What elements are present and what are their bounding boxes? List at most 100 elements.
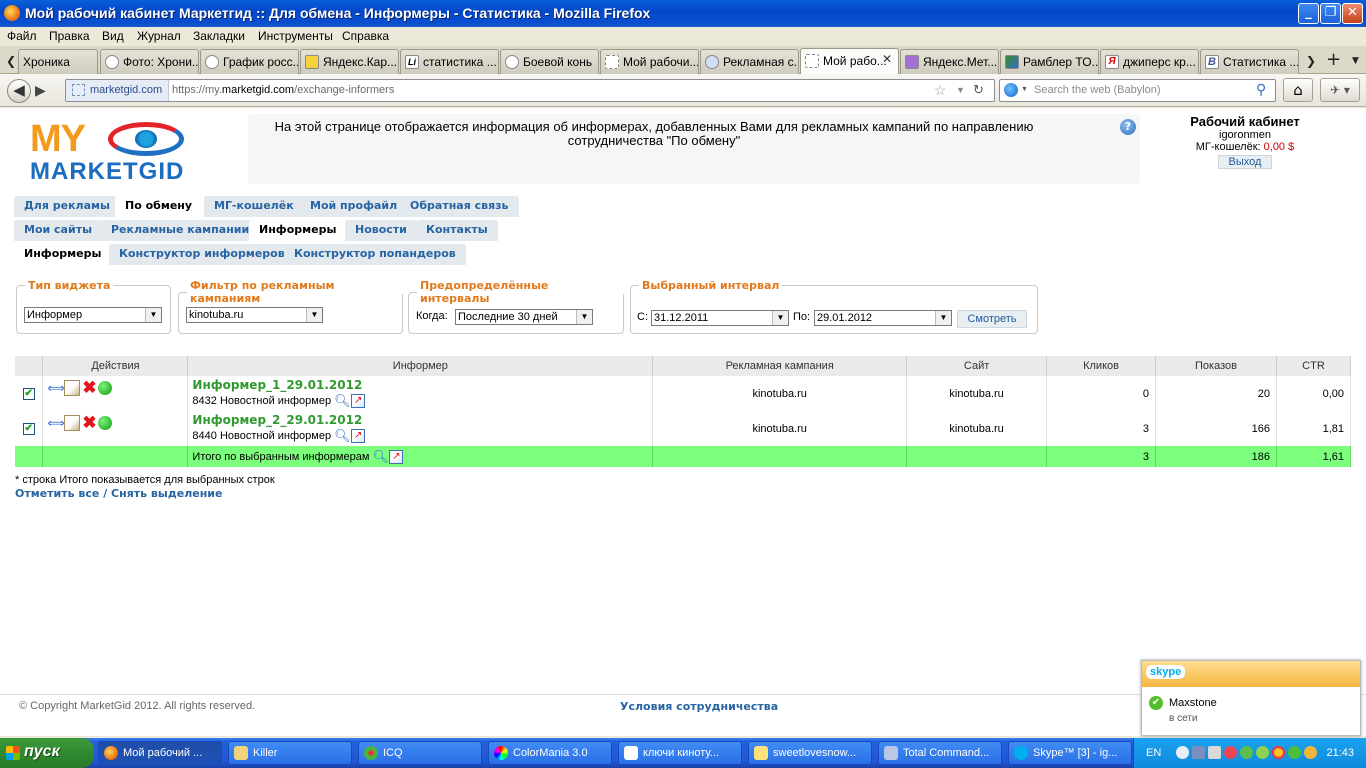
addon-menu-icon[interactable]: ✈ ▾ <box>1320 78 1360 102</box>
language-indicator[interactable]: EN <box>1146 747 1161 759</box>
nav-exchange[interactable]: По обмену <box>115 196 203 217</box>
menu-file[interactable]: Файл <box>7 29 37 43</box>
statistics-chart-icon[interactable]: ↗ <box>351 429 366 443</box>
menu-view[interactable]: Вид <box>102 29 124 43</box>
taskbar-item[interactable]: Total Command... <box>878 741 1002 765</box>
nav-informers-list[interactable]: Информеры <box>14 244 112 265</box>
tab-item[interactable]: Хроника <box>18 49 98 74</box>
skype-notification[interactable]: skype ✔ Maxstone в сети <box>1141 660 1361 736</box>
terms-link[interactable]: Условия сотрудничества <box>620 700 778 713</box>
tab-item[interactable]: Яндекс.Кар... <box>300 49 399 74</box>
show-button[interactable]: Смотреть <box>957 310 1027 328</box>
tab-close-icon[interactable]: ✕ <box>882 52 892 66</box>
preview-magnifier-icon[interactable]: 🔍︎ <box>334 393 351 409</box>
tray-app-icon[interactable] <box>1304 746 1317 759</box>
statistics-chart-icon[interactable]: ↗ <box>389 449 404 464</box>
tab-item[interactable]: Фото: Хрони... <box>100 49 199 74</box>
search-box[interactable]: ▼ Search the web (Babylon) ⚲ <box>999 79 1276 102</box>
tab-item[interactable]: Яджиперс кр... <box>1100 49 1199 74</box>
list-tabs-icon[interactable]: ▼ <box>1352 56 1359 66</box>
tray-app-icon[interactable] <box>1224 746 1237 759</box>
row-checkbox[interactable]: ✔ <box>22 423 35 435</box>
nav-my-sites[interactable]: Мои сайты <box>14 220 103 241</box>
edit-icon[interactable] <box>64 415 81 431</box>
forward-icon[interactable]: ▶ <box>35 83 46 99</box>
preview-magnifier-icon[interactable]: 🔍︎ <box>334 428 351 444</box>
icq-tray-icon[interactable] <box>1240 746 1253 759</box>
back-button[interactable]: ◀ <box>7 79 31 103</box>
nav-feedback[interactable]: Обратная связь <box>400 196 519 217</box>
nav-popunder-constructor[interactable]: Конструктор попандеров <box>284 244 466 265</box>
address-bar[interactable]: marketgid.com https://my.marketgid.com/e… <box>65 79 995 102</box>
taskbar-item[interactable]: ключи киноту... <box>618 741 742 765</box>
status-active-icon[interactable] <box>98 381 113 395</box>
tray-app-icon[interactable] <box>1272 746 1285 759</box>
tray-arrow-icon[interactable] <box>1176 746 1189 759</box>
nav-informer-constructor[interactable]: Конструктор информеров <box>109 244 295 265</box>
nav-mg-wallet[interactable]: МГ-кошелёк <box>204 196 304 217</box>
menu-history[interactable]: Журнал <box>137 29 181 43</box>
reload-icon[interactable]: ↻ <box>973 82 984 98</box>
widget-type-select[interactable]: Информер ▼ <box>24 307 162 323</box>
close-button[interactable]: ✕ <box>1342 3 1363 24</box>
delete-icon[interactable]: ✖ <box>81 414 97 431</box>
minimize-button[interactable]: _ <box>1298 3 1319 24</box>
code-arrows-icon[interactable]: ⟺ <box>47 380 64 396</box>
taskbar-item-firefox[interactable]: Мой рабочий ... <box>98 741 222 765</box>
volume-muted-icon[interactable] <box>1208 746 1221 759</box>
nav-ad-campaigns[interactable]: Рекламные кампании <box>101 220 260 241</box>
tab-item[interactable]: Яндекс.Мет... <box>900 49 999 74</box>
tab-item[interactable]: График росс... <box>200 49 299 74</box>
marketgid-logo[interactable]: MY MARKETGID <box>30 120 220 186</box>
select-all-link[interactable]: Отметить все / Снять выделение <box>15 487 222 500</box>
tray-app-icon[interactable] <box>1288 746 1301 759</box>
site-identity-button[interactable]: marketgid.com <box>66 80 170 101</box>
start-button[interactable]: пуск <box>0 738 94 768</box>
tab-item[interactable]: Рамблер ТО... <box>1000 49 1099 74</box>
search-icon[interactable]: ⚲ <box>1256 81 1266 98</box>
help-icon[interactable]: ? <box>1120 119 1136 135</box>
preview-magnifier-icon[interactable]: 🔍︎ <box>372 449 389 465</box>
maximize-button[interactable]: ❐ <box>1320 3 1341 24</box>
tab-item[interactable]: Мой рабочи... <box>600 49 699 74</box>
nav-for-advertising[interactable]: Для рекламы <box>14 196 120 217</box>
informer-name-link[interactable]: Информер_1_29.01.2012 <box>192 378 652 393</box>
nav-news[interactable]: Новости <box>345 220 417 241</box>
nav-informers[interactable]: Информеры <box>249 220 347 241</box>
preset-interval-select[interactable]: Последние 30 дней ▼ <box>455 309 593 325</box>
status-active-icon[interactable] <box>98 416 113 430</box>
informer-name-link[interactable]: Информер_2_29.01.2012 <box>192 413 652 428</box>
tabs-scroll-right-icon[interactable]: ❯ <box>1306 54 1316 68</box>
tabs-scroll-left-icon[interactable]: ❮ <box>6 54 16 68</box>
nav-my-profile[interactable]: Мой профайл <box>300 196 408 217</box>
new-tab-icon[interactable]: + <box>1326 49 1341 70</box>
tab-item[interactable]: Боевой конь <box>500 49 599 74</box>
statistics-chart-icon[interactable]: ↗ <box>351 394 366 408</box>
logout-button[interactable]: Выход <box>1217 155 1273 169</box>
tab-item[interactable]: Li статистика ... <box>400 49 499 74</box>
home-icon[interactable]: ⌂ <box>1283 78 1313 102</box>
code-arrows-icon[interactable]: ⟺ <box>47 415 64 431</box>
tab-item-active[interactable]: Мой рабо... ✕ <box>800 48 899 75</box>
tray-app-icon[interactable] <box>1256 746 1269 759</box>
tab-item[interactable]: Рекламная с... <box>700 49 799 74</box>
delete-icon[interactable]: ✖ <box>81 379 97 396</box>
menu-help[interactable]: Справка <box>342 29 389 43</box>
edit-icon[interactable] <box>64 380 81 396</box>
history-dropdown-icon[interactable]: ▼ <box>956 85 965 95</box>
nav-contacts[interactable]: Контакты <box>416 220 498 241</box>
bookmark-star-icon[interactable]: ☆ <box>934 82 947 99</box>
taskbar-item[interactable]: ICQ <box>358 741 482 765</box>
taskbar-item[interactable]: ColorMania 3.0 <box>488 741 612 765</box>
taskbar-item[interactable]: sweetlovesnow... <box>748 741 872 765</box>
campaign-select[interactable]: kinotuba.ru ▼ <box>186 307 323 323</box>
search-engine-dropdown-icon[interactable]: ▼ <box>1021 86 1028 93</box>
menu-bookmarks[interactable]: Закладки <box>193 29 245 43</box>
tab-item[interactable]: B Статистика ... <box>1200 49 1299 74</box>
date-from-picker[interactable]: 31.12.2011 ▼ <box>651 310 789 326</box>
taskbar-item[interactable]: Skype™ [3] - ig... <box>1008 741 1132 765</box>
menu-tools[interactable]: Инструменты <box>258 29 333 43</box>
taskbar-item[interactable]: Killer <box>228 741 352 765</box>
network-icon[interactable] <box>1192 746 1205 759</box>
menu-edit[interactable]: Правка <box>49 29 90 43</box>
